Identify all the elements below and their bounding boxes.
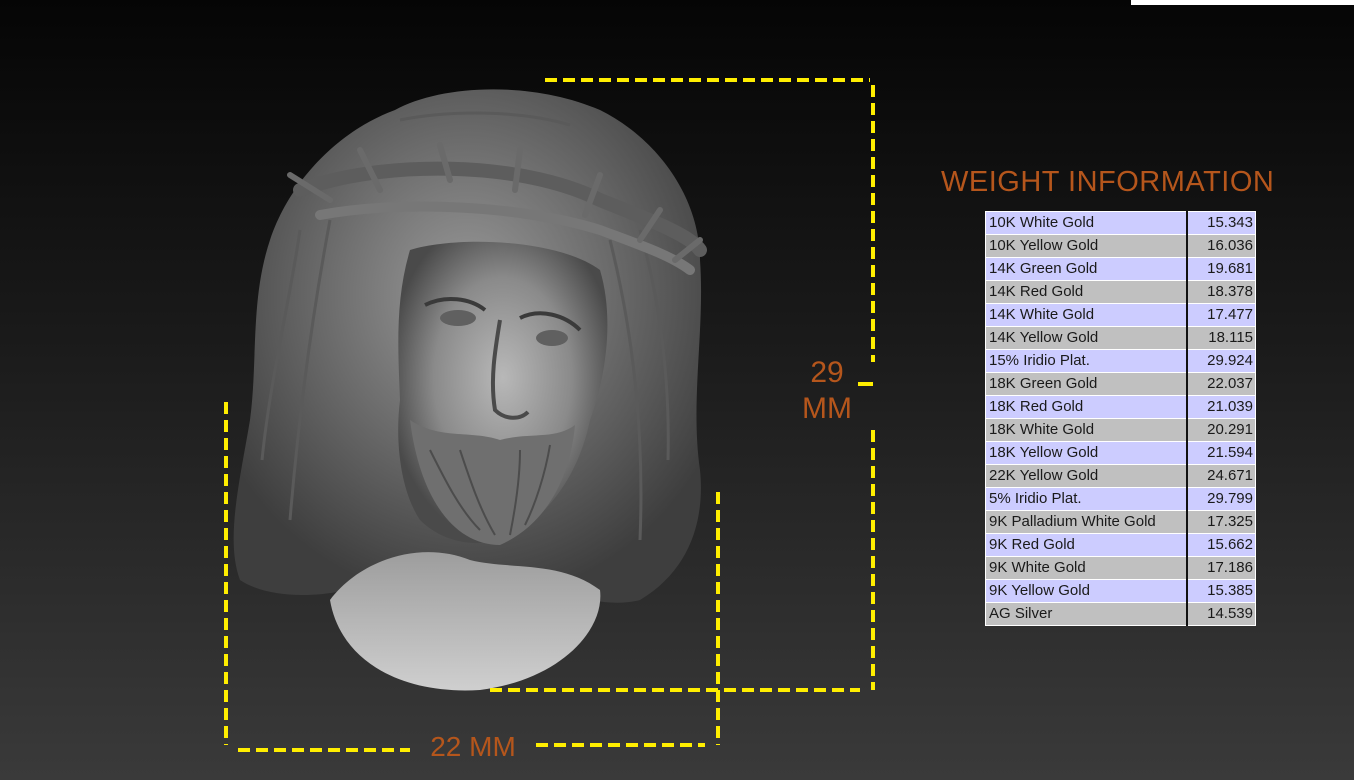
metal-name-cell: 14K Red Gold (985, 280, 1188, 304)
chest-shape (330, 552, 601, 691)
metal-name-cell: 9K Red Gold (985, 533, 1188, 557)
table-row: 5% Iridio Plat. 29.799 (985, 487, 1256, 511)
table-row: 15% Iridio Plat. 29.924 (985, 349, 1256, 373)
weight-value-cell: 17.186 (1186, 556, 1256, 580)
table-row: 14K Yellow Gold 18.115 (985, 326, 1256, 350)
weight-value-cell: 14.539 (1186, 602, 1256, 626)
table-row: 18K White Gold 20.291 (985, 418, 1256, 442)
metal-name-cell: 18K White Gold (985, 418, 1188, 442)
weight-value-cell: 29.799 (1186, 487, 1256, 511)
height-unit: MM (802, 392, 852, 425)
weight-value-cell: 29.924 (1186, 349, 1256, 373)
table-row: 9K Red Gold 15.662 (985, 533, 1256, 557)
metal-name-cell: 14K Green Gold (985, 257, 1188, 281)
table-row: 10K Yellow Gold 16.036 (985, 234, 1256, 258)
table-row: 22K Yellow Gold 24.671 (985, 464, 1256, 488)
weight-value-cell: 15.343 (1186, 211, 1256, 235)
weight-value-cell: 16.036 (1186, 234, 1256, 258)
metal-name-cell: 9K White Gold (985, 556, 1188, 580)
weight-value-cell: 19.681 (1186, 257, 1256, 281)
weight-value-cell: 15.662 (1186, 533, 1256, 557)
table-row: 18K Yellow Gold 21.594 (985, 441, 1256, 465)
weight-value-cell: 17.477 (1186, 303, 1256, 327)
metal-name-cell: 10K Yellow Gold (985, 234, 1188, 258)
weight-value-cell: 17.325 (1186, 510, 1256, 534)
weight-value-cell: 21.594 (1186, 441, 1256, 465)
metal-name-cell: 14K White Gold (985, 303, 1188, 327)
metal-name-cell: 22K Yellow Gold (985, 464, 1188, 488)
metal-name-cell: 18K Yellow Gold (985, 441, 1188, 465)
table-row: 18K Green Gold 22.037 (985, 372, 1256, 396)
table-row: 14K Green Gold 19.681 (985, 257, 1256, 281)
table-row: 9K Palladium White Gold 17.325 (985, 510, 1256, 534)
table-row: 9K Yellow Gold 15.385 (985, 579, 1256, 603)
height-value: 29 (810, 356, 844, 389)
width-dimension-label: 22 MM (430, 731, 516, 762)
height-dimension-label: 29 MM (796, 358, 858, 430)
metal-name-cell: 10K White Gold (985, 211, 1188, 235)
weight-value-cell: 21.039 (1186, 395, 1256, 419)
weight-value-cell: 18.378 (1186, 280, 1256, 304)
table-row: AG Silver 14.539 (985, 602, 1256, 626)
table-row: 14K White Gold 17.477 (985, 303, 1256, 327)
table-row: 9K White Gold 17.186 (985, 556, 1256, 580)
metal-name-cell: 15% Iridio Plat. (985, 349, 1188, 373)
metal-name-cell: 9K Palladium White Gold (985, 510, 1188, 534)
table-row: 10K White Gold 15.343 (985, 211, 1256, 235)
metal-name-cell: 18K Green Gold (985, 372, 1188, 396)
table-row: 18K Red Gold 21.039 (985, 395, 1256, 419)
weight-value-cell: 24.671 (1186, 464, 1256, 488)
weight-value-cell: 22.037 (1186, 372, 1256, 396)
metal-name-cell: 14K Yellow Gold (985, 326, 1188, 350)
metal-name-cell: AG Silver (985, 602, 1188, 626)
weight-table: 10K White Gold 15.343 10K Yellow Gold 16.03… (985, 211, 1256, 626)
table-row: 14K Red Gold 18.378 (985, 280, 1256, 304)
weight-value-cell: 18.115 (1186, 326, 1256, 350)
weight-value-cell: 20.291 (1186, 418, 1256, 442)
metal-name-cell: 5% Iridio Plat. (985, 487, 1188, 511)
weight-value-cell: 15.385 (1186, 579, 1256, 603)
metal-name-cell: 18K Red Gold (985, 395, 1188, 419)
metal-name-cell: 9K Yellow Gold (985, 579, 1188, 603)
weight-info-title: WEIGHT INFORMATION (941, 166, 1275, 198)
